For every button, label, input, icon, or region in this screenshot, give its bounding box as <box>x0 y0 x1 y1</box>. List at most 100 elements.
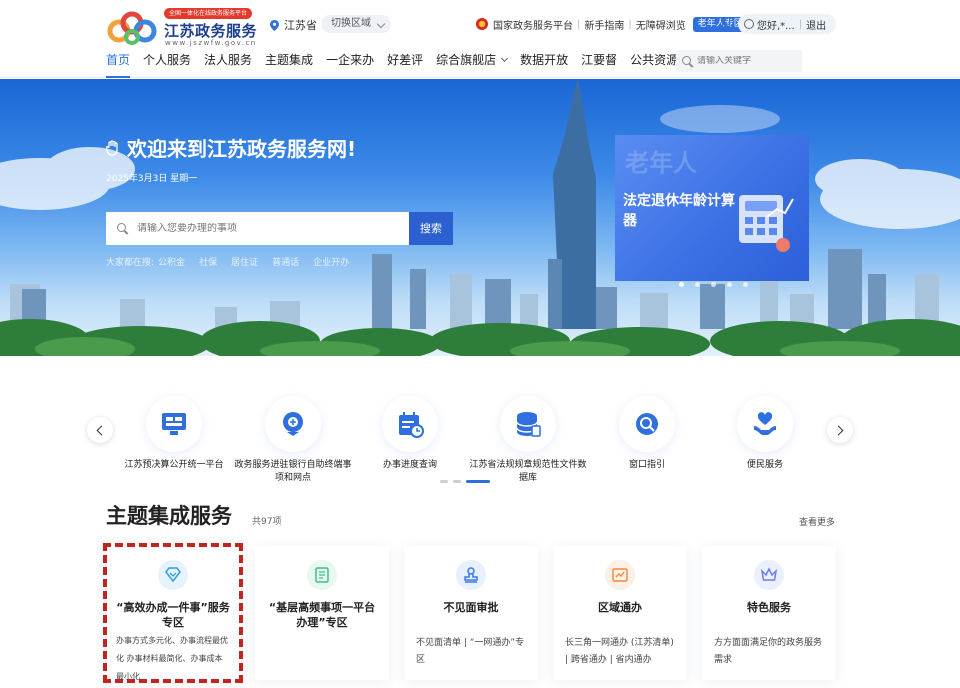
hero-banner: 欢迎来到江苏政务服务网! 2025年3月3日 星期一 搜索 大家都在搜: 公积金… <box>0 79 960 356</box>
logo-tagline: 全国一体化在线政务服务平台 <box>164 8 253 19</box>
nav-item-personal[interactable]: 个人服务 <box>143 52 191 78</box>
theme-card-regional-services[interactable]: 区域通办 长三角一网通办 (江苏清单) | 跨省通办 | 省内通办 <box>553 546 687 680</box>
top-link-national-platform[interactable]: 国家政务服务平台 <box>493 17 573 32</box>
quick-link-label: 江苏预决算公开统一平台 <box>124 460 224 470</box>
main-search: 搜索 <box>106 212 453 245</box>
site-logo[interactable]: 全国一体化在线政务服务平台 江苏政务服务 www.jszwfw.gov.cn <box>106 8 266 48</box>
promo-background-text: 老年人 <box>625 149 697 177</box>
monitor-icon <box>146 396 202 452</box>
promo-card-retirement-calculator[interactable]: 老年人 法定退休年龄计算器 <box>615 135 809 281</box>
divider: | <box>628 18 632 30</box>
user-icon <box>744 19 754 29</box>
theme-card-efficient-one-thing[interactable]: “高效办成一件事”服务专区 办事方式多元化、办事流程最优化 办事材料最简化、办事… <box>103 543 243 683</box>
switch-region-label: 切换区域 <box>331 18 371 29</box>
stamp-icon <box>456 560 486 590</box>
theme-card-title: 不见面审批 <box>443 601 499 614</box>
nav-item-enterprise[interactable]: 一企来办 <box>326 52 374 78</box>
calendar-clock-icon <box>382 396 438 452</box>
hot-searches: 大家都在搜: 公积金 社保 居住证 普通话 企业开办 <box>106 255 363 268</box>
divider: | <box>577 18 581 30</box>
mobile-icon[interactable] <box>722 17 730 30</box>
search-icon[interactable] <box>682 55 693 67</box>
nav-item-flagship-label: 综合旗舰店 <box>436 53 497 67</box>
quick-links-prev-button[interactable] <box>87 417 113 443</box>
search-button[interactable]: 搜索 <box>409 212 453 245</box>
theme-card-title: “基层高频事项一平台办理”专区 <box>268 601 376 629</box>
map-icon <box>605 560 635 590</box>
nav-search-input[interactable] <box>697 56 797 66</box>
quick-link-convenience[interactable]: 便民服务 <box>705 396 825 472</box>
guide-icon <box>619 396 675 452</box>
nav-item-legal-person[interactable]: 法人服务 <box>204 52 252 78</box>
theme-card-description: 不见面清单 | “一网通办”专区 <box>416 638 525 665</box>
welcome-title: 欢迎来到江苏政务服务网! <box>106 133 356 162</box>
nav-item-flagship[interactable]: 综合旗舰店 <box>436 52 509 78</box>
nav-item-supervision[interactable]: 江要督 <box>581 52 617 78</box>
chevron-down-icon <box>501 54 509 63</box>
quick-links-next-button[interactable] <box>827 417 853 443</box>
hot-searches-label: 大家都在搜: <box>106 258 155 268</box>
promo-title: 法定退休年龄计算器 <box>623 193 735 229</box>
carousel-dots <box>679 282 759 287</box>
theme-card-grassroots[interactable]: “基层高频事项一平台办理”专区 <box>255 546 389 680</box>
nav-item-evaluation[interactable]: 好差评 <box>387 52 423 78</box>
main-search-input[interactable] <box>137 223 409 234</box>
theme-card-description: 长三角一网通办 (江苏清单) | 跨省通办 | 省内通办 <box>565 638 674 665</box>
top-links: 国家政务服务平台 | 新手指南 | 无障碍浏览 老年人专区 <box>476 16 748 32</box>
diamond-heart-icon <box>158 560 188 590</box>
hot-word-link[interactable]: 公积金 <box>158 255 185 268</box>
user-greeting[interactable]: 您好,*... <box>757 17 795 32</box>
theme-card-featured-services[interactable]: 特色服务 方方面面满足你的政务服务需求 <box>702 546 836 680</box>
quick-link-label: 政务服务进驻银行自助终端事项和网点 <box>234 460 352 483</box>
section-title: 主题集成服务 <box>106 504 232 528</box>
hot-word-link[interactable]: 企业开办 <box>313 255 349 268</box>
theme-card-contactless-approval[interactable]: 不见面审批 不见面清单 | “一网通办”专区 <box>404 546 538 680</box>
divider: | <box>798 18 803 30</box>
nav-item-open-data[interactable]: 数据开放 <box>520 52 568 78</box>
top-link-accessibility[interactable]: 无障碍浏览 <box>636 17 686 32</box>
carousel-dot[interactable] <box>695 282 700 287</box>
site-header: 全国一体化在线政务服务平台 江苏政务服务 www.jszwfw.gov.cn 江… <box>0 0 960 78</box>
carousel-dot[interactable] <box>711 282 716 287</box>
pagination-dot[interactable] <box>453 480 461 483</box>
theme-card-description: 方方面面满足你的政务服务需求 <box>714 638 823 665</box>
quick-link-bank-terminal[interactable]: 政务服务进驻银行自助终端事项和网点 <box>233 396 353 485</box>
hot-word-link[interactable]: 居住证 <box>231 255 258 268</box>
location-pin-icon <box>270 19 279 31</box>
section-count: 共97项 <box>252 517 282 527</box>
search-icon <box>117 223 128 234</box>
carousel-dot[interactable] <box>727 282 732 287</box>
logo-mark-icon <box>107 11 157 45</box>
chevron-down-icon <box>376 19 386 29</box>
switch-region-button[interactable]: 切换区域 <box>321 15 391 33</box>
hot-word-link[interactable]: 普通话 <box>272 255 299 268</box>
theme-card-title: 特色服务 <box>747 601 791 614</box>
hot-word-link[interactable]: 社保 <box>199 255 217 268</box>
welcome-text: 欢迎来到江苏政务服务网! <box>127 137 357 161</box>
top-link-guide[interactable]: 新手指南 <box>584 17 624 32</box>
quick-link-progress-query[interactable]: 办事进度查询 <box>350 396 470 472</box>
calculator-icon <box>739 195 794 252</box>
quick-link-label: 窗口指引 <box>628 460 665 470</box>
quick-link-regulations-database[interactable]: 江苏省法规规章规范性文件数据库 <box>468 396 588 485</box>
quick-link-budget-platform[interactable]: 江苏预决算公开统一平台 <box>114 396 234 472</box>
nav-item-home[interactable]: 首页 <box>106 52 131 78</box>
region-name: 江苏省 <box>284 19 317 32</box>
nav-item-themed[interactable]: 主题集成 <box>265 52 313 78</box>
document-icon <box>307 560 337 590</box>
view-more-link[interactable]: 查看更多 <box>799 515 835 528</box>
database-icon <box>500 396 556 452</box>
crown-icon <box>754 560 784 590</box>
theme-card-description: 办事方式多元化、办事流程最优化 办事材料最简化、办事成本最小化 <box>116 636 228 681</box>
carousel-dot[interactable] <box>679 282 684 287</box>
pagination-dot[interactable] <box>466 480 490 483</box>
logout-link[interactable]: 退出 <box>806 17 826 32</box>
logo-url: www.jszwfw.gov.cn <box>165 39 257 47</box>
carousel-dot[interactable] <box>743 282 748 287</box>
quick-link-window-guide[interactable]: 窗口指引 <box>587 396 707 472</box>
quick-link-label: 便民服务 <box>746 460 783 470</box>
pagination-dot[interactable] <box>440 480 448 483</box>
heart-hand-icon <box>737 396 793 452</box>
nav-search <box>676 50 802 72</box>
quick-links-pagination <box>440 480 495 483</box>
